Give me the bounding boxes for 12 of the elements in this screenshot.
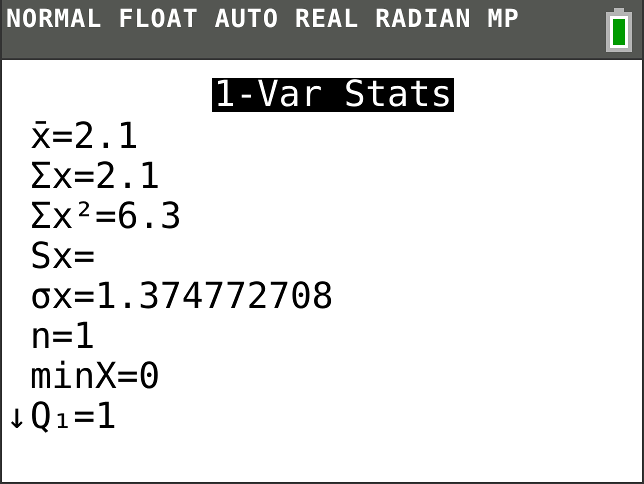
stat-line: minX=0 [30, 356, 160, 396]
stat-line: Σx²=6.3 [30, 196, 182, 236]
screen-title: 1-Var Stats [212, 78, 454, 112]
stat-line: n=1 [30, 316, 96, 356]
stat-line: Σx=2.1 [30, 156, 160, 196]
stat-line: Q₁=1 [30, 396, 117, 436]
stat-line: x̄=2.1 [30, 116, 138, 156]
stat-line: Sx= [30, 236, 96, 276]
mode-status-text: NORMAL FLOAT AUTO REAL RADIAN MP [6, 4, 520, 34]
battery-icon [606, 8, 632, 52]
scroll-down-arrow: ↓ [6, 396, 29, 436]
stat-line: σx=1.374772708 [30, 276, 334, 316]
